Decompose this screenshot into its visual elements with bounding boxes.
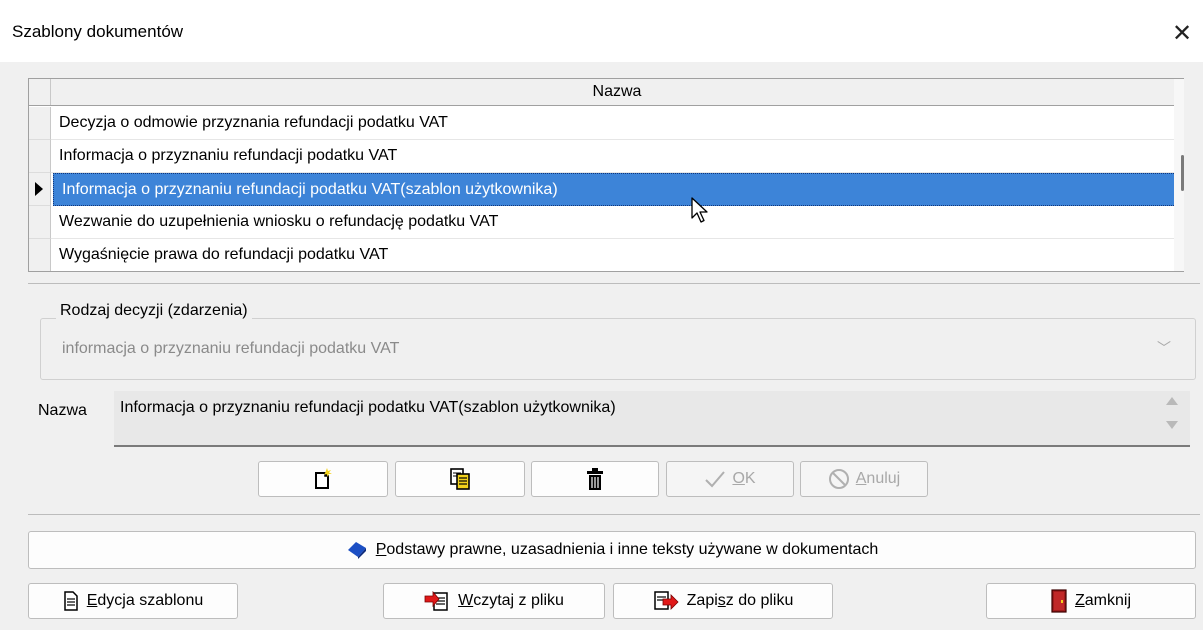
save-to-file-button[interactable]: Zapisz do pliku [613, 583, 833, 619]
delete-template-button[interactable] [531, 461, 659, 497]
table-row[interactable]: Wygaśnięcie prawa do refundacji podatku … [29, 239, 1183, 271]
title-bar: Szablony dokumentów ✕ [0, 0, 1203, 62]
load-accel: W [458, 592, 474, 609]
load-from-file-button[interactable]: Wczytaj z pliku [383, 583, 605, 619]
grid-header: Nazwa [29, 79, 1183, 106]
legal-basis-rest: odstawy prawne, uzasadnienia i inne teks… [386, 541, 879, 558]
row-indicator[interactable] [29, 173, 51, 206]
decision-type-select[interactable]: informacja o przyznaniu refundacji podat… [54, 334, 1190, 366]
scroll-down-icon[interactable] [1166, 421, 1178, 429]
copy-template-button[interactable] [395, 461, 525, 497]
row-name-cell[interactable]: Wygaśnięcie prawa do refundacji podatku … [51, 239, 1183, 271]
name-field[interactable]: Informacja o przyznaniu refundacji podat… [114, 391, 1190, 447]
legal-basis-texts-button[interactable]: Podstawy prawne, uzasadnienia i inne tek… [28, 531, 1196, 569]
document-icon [63, 591, 78, 611]
close-rest: amknij [1084, 592, 1131, 609]
ok-button[interactable]: OK [666, 461, 794, 497]
edit-accel: E [86, 592, 98, 609]
book-icon [347, 541, 366, 559]
close-accel: Z [1074, 592, 1085, 609]
new-template-button[interactable] [258, 461, 388, 497]
load-rest: czytaj z pliku [473, 592, 564, 609]
door-icon [1051, 589, 1067, 613]
row-indicator[interactable] [29, 140, 51, 173]
window-title: Szablony dokumentów [12, 22, 184, 41]
name-field-label: Nazwa [38, 402, 87, 419]
close-button[interactable]: Zamknij [986, 583, 1196, 619]
import-file-icon [424, 590, 448, 611]
table-row[interactable]: Wezwanie do uzupełnienia wniosku o refun… [29, 206, 1183, 239]
save-pre: Zapi [686, 592, 718, 609]
grid-scrollbar-thumb[interactable] [1181, 155, 1184, 191]
templates-grid[interactable]: Nazwa Decyzja o odmowie przyznania refun… [28, 78, 1184, 272]
table-row-selected[interactable]: Informacja o przyznaniu refundacji podat… [29, 173, 1183, 206]
decision-type-label: Rodzaj decyzji (zdarzenia) [56, 302, 252, 320]
export-file-icon [653, 591, 679, 610]
chevron-down-icon[interactable]: ﹀ [1154, 338, 1174, 358]
table-row[interactable]: Informacja o przyznaniu refundacji podat… [29, 140, 1183, 173]
decision-type-value: informacja o przyznaniu refundacji podat… [62, 340, 400, 357]
close-icon[interactable]: ✕ [1164, 16, 1200, 52]
cancel-label-rest: nuluj [866, 470, 901, 487]
row-name-cell[interactable]: Informacja o przyznaniu refundacji podat… [53, 173, 1176, 206]
trash-icon [587, 467, 603, 490]
new-document-icon [315, 467, 332, 489]
scroll-up-icon[interactable] [1166, 397, 1178, 405]
row-indicator[interactable] [29, 107, 51, 140]
save-accel: s [717, 592, 726, 609]
grid-header-indicator [29, 79, 51, 105]
save-rest: z do pliku [725, 592, 794, 609]
grid-column-header-name[interactable]: Nazwa [51, 79, 1183, 105]
copy-document-icon [450, 467, 470, 490]
ok-label-accel: O [732, 470, 745, 487]
row-name-cell[interactable]: Decyzja o odmowie przyznania refundacji … [51, 107, 1183, 140]
mouse-cursor-icon [691, 197, 708, 223]
cancel-button[interactable]: Anuluj [800, 461, 928, 497]
row-indicator[interactable] [29, 239, 51, 271]
edit-rest: dycja szablonu [97, 592, 204, 609]
cancel-label-accel: A [855, 470, 867, 487]
row-name-cell[interactable]: Informacja o przyznaniu refundacji podat… [51, 140, 1183, 173]
ok-label-rest: K [744, 470, 756, 487]
cancel-icon [828, 468, 849, 489]
table-row[interactable]: Decyzja o odmowie przyznania refundacji … [29, 107, 1183, 140]
current-row-pointer-icon [35, 182, 43, 196]
name-field-value: Informacja o przyznaniu refundacji podat… [120, 399, 616, 416]
row-indicator[interactable] [29, 206, 51, 239]
legal-basis-accel: P [375, 541, 387, 558]
checkmark-icon [705, 471, 726, 488]
edit-template-button[interactable]: Edycja szablonu [28, 583, 238, 619]
row-name-cell[interactable]: Wezwanie do uzupełnienia wniosku o refun… [51, 206, 1183, 239]
